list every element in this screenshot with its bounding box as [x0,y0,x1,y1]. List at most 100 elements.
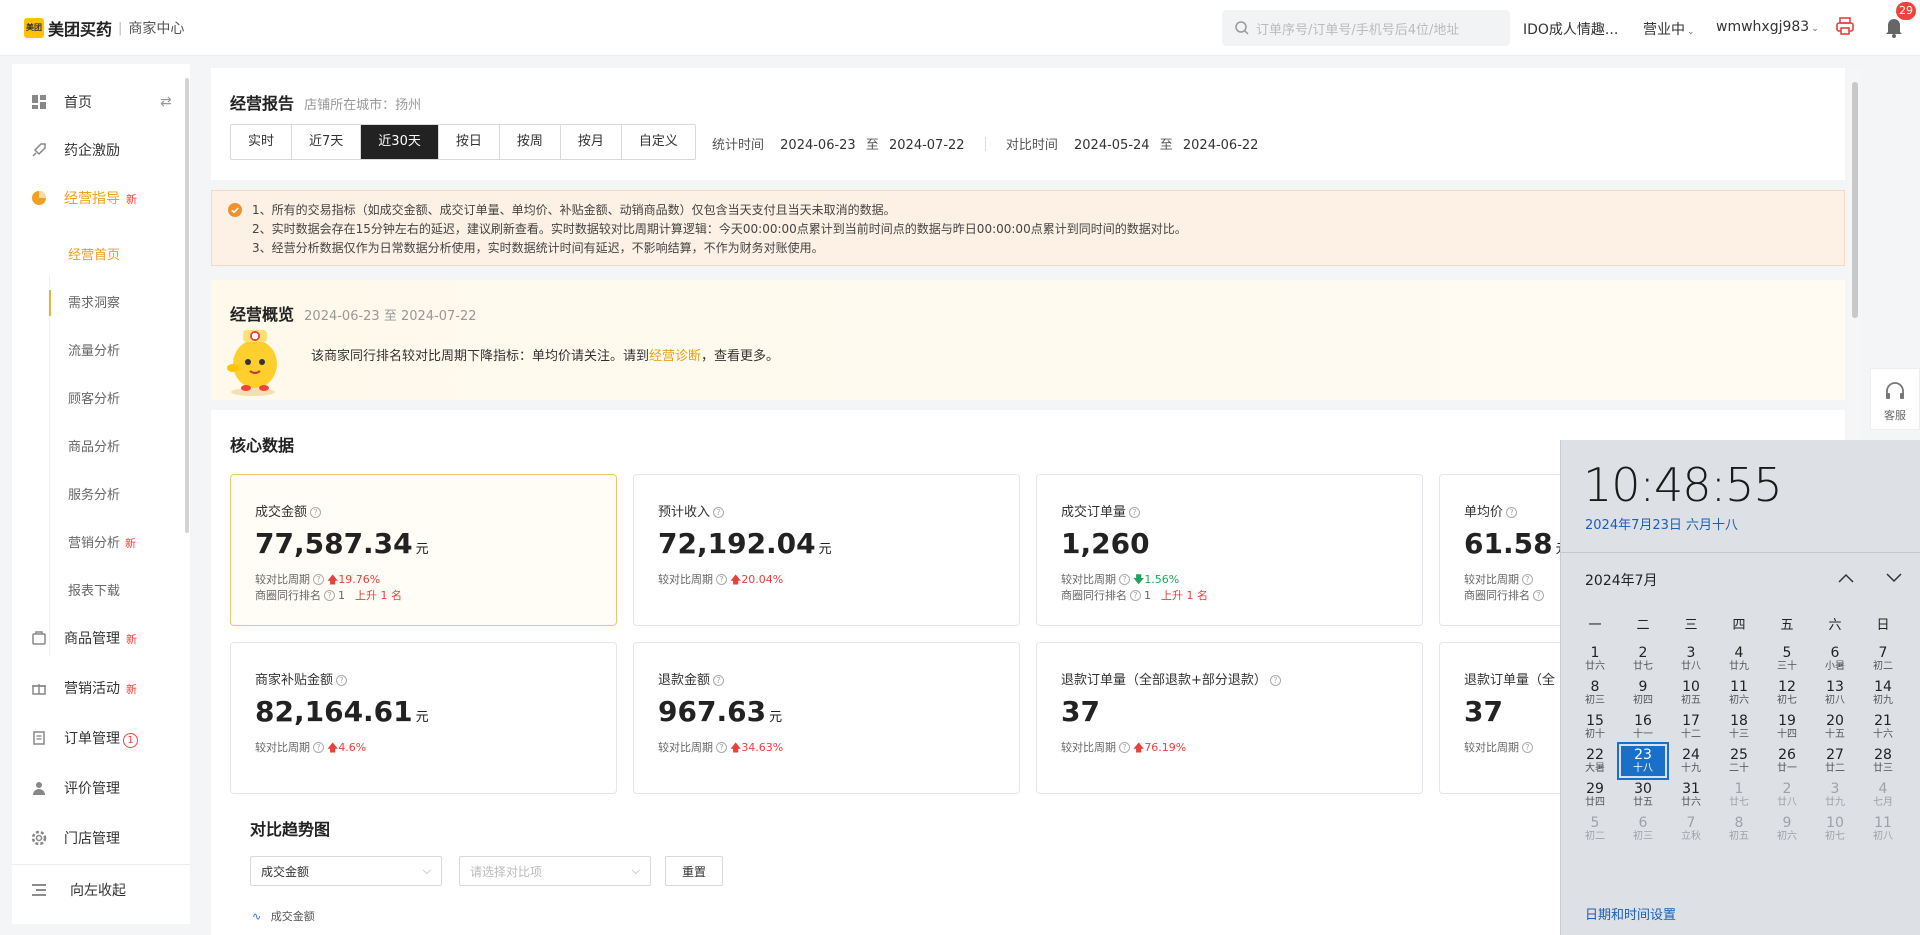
help-icon[interactable]: ? [324,590,335,601]
calendar-day[interactable]: 21 十六 [1859,710,1907,744]
help-icon[interactable]: ? [1129,507,1141,518]
sidebar-subitem-demand-insight[interactable]: 需求洞察 [68,292,120,311]
sidebar-subitem-customer-analysis[interactable]: 顾客分析 [68,388,120,407]
calendar-day[interactable]: 7 初二 [1859,642,1907,676]
metric-card-merchant-subsidy[interactable]: 商家补贴金额? 82,164.61 元 较对比周期? 🡅4.6% [230,642,617,794]
calendar-day[interactable]: 11 初八 [1859,812,1907,846]
calendar-day[interactable]: 6 小暑 [1811,642,1859,676]
sidebar-subitem-business-home[interactable]: 经营首页 [68,244,120,263]
metric-card-order-count[interactable]: 成交订单量? 1,260 较对比周期? 🡇1.56% 商圈同行排名? 1 上升 1 名 [1036,474,1423,626]
tab-by-day[interactable]: 按日 [439,125,500,159]
calendar-day[interactable]: 2 廿七 [1619,642,1667,676]
calendar-day[interactable]: 1 廿七 [1715,778,1763,812]
page-scrollbar[interactable] [1852,82,1858,318]
tab-last-7-days[interactable]: 近7天 [292,125,362,159]
metric-card-expected-income[interactable]: 预计收入? 72,192.04 元 较对比周期? 🡅20.04% [633,474,1020,626]
calendar-day[interactable]: 19 十四 [1763,710,1811,744]
help-icon[interactable]: ? [1119,742,1130,753]
chevron-down-icon[interactable] [1885,572,1903,584]
help-icon[interactable]: ? [1269,675,1281,686]
calendar-day-today[interactable]: 23 十八 [1617,742,1669,780]
chevron-up-icon[interactable] [1837,572,1855,584]
tab-by-week[interactable]: 按周 [500,125,561,159]
sidebar-item-home[interactable]: 首页 ⇄ [12,78,190,126]
sidebar-item-marketing[interactable]: 营销活动新 [12,664,190,712]
calendar-day[interactable]: 8 初五 [1715,812,1763,846]
calendar-day[interactable]: 9 初六 [1763,812,1811,846]
calendar-day[interactable]: 24 十九 [1667,744,1715,778]
sidebar-subitem-marketing-analysis[interactable]: 营销分析新 [68,532,136,551]
clock-date[interactable]: 2024年7月23日 六月十八 [1585,514,1738,533]
help-icon[interactable]: ? [1130,590,1141,601]
tab-realtime[interactable]: 实时 [231,125,293,159]
calendar-day[interactable]: 17 十二 [1667,710,1715,744]
calendar-day[interactable]: 26 廿一 [1763,744,1811,778]
calendar-day[interactable]: 25 二十 [1715,744,1763,778]
chart-legend[interactable]: ∿ 成交金额 [252,908,315,924]
calendar-day[interactable]: 2 廿八 [1763,778,1811,812]
calendar-day[interactable]: 31 廿六 [1667,778,1715,812]
calendar-day[interactable]: 5 初二 [1571,812,1619,846]
reset-button[interactable]: 重置 [665,856,723,886]
metric-card-gmv[interactable]: 成交金额? 77,587.34 元 较对比周期? 🡅19.76% 商圈同行排名? 1 上… [230,474,617,626]
help-icon[interactable]: ? [1522,574,1533,585]
calendar-day[interactable]: 5 三十 [1763,642,1811,676]
calendar-day[interactable]: 27 廿二 [1811,744,1859,778]
tab-last-30-days[interactable]: 近30天 [361,125,439,159]
sidebar-subitem-traffic-analysis[interactable]: 流量分析 [68,340,120,359]
calendar-day[interactable]: 7 立秋 [1667,812,1715,846]
compare-start-date[interactable]: 2024-05-24 [1074,138,1150,153]
stat-end-date[interactable]: 2024-07-22 [889,138,965,153]
calendar-day[interactable]: 10 初七 [1811,812,1859,846]
calendar-day[interactable]: 1 廿六 [1571,642,1619,676]
calendar-day[interactable]: 8 初三 [1571,676,1619,710]
calendar-month[interactable]: 2024年7月 [1585,570,1658,590]
calendar-day[interactable]: 28 廿三 [1859,744,1907,778]
printer-icon[interactable] [1835,16,1855,36]
sidebar-item-pharma-incentive[interactable]: 药企激励 [12,126,190,174]
metric-select[interactable]: 成交金额 ⌵ [250,856,442,886]
help-icon[interactable]: ? [313,574,324,585]
calendar-day[interactable]: 15 初十 [1571,710,1619,744]
date-time-settings-link[interactable]: 日期和时间设置 [1585,904,1676,923]
sidebar-subitem-report-download[interactable]: 报表下载 [68,580,120,599]
help-icon[interactable]: ? [713,675,725,686]
sidebar-item-orders[interactable]: 订单管理 1 [12,714,190,762]
help-icon[interactable]: ? [336,675,348,686]
calendar-day[interactable]: 9 初四 [1619,676,1667,710]
calendar-day[interactable]: 6 初三 [1619,812,1667,846]
sidebar-item-product-management[interactable]: 商品管理新 [12,614,190,662]
sidebar-subitem-product-analysis[interactable]: 商品分析 [68,436,120,455]
help-icon[interactable]: ? [313,742,324,753]
help-icon[interactable]: ? [716,574,727,585]
compare-end-date[interactable]: 2024-06-22 [1183,138,1259,153]
calendar-day[interactable]: 16 十一 [1619,710,1667,744]
sidebar-item-reviews[interactable]: 评价管理 [12,764,190,812]
calendar-day[interactable]: 30 廿五 [1619,778,1667,812]
calendar-day[interactable]: 22 大暑 [1571,744,1619,778]
metric-card-refund-orders[interactable]: 退款订单量（全部退款+部分退款）? 37 较对比周期? 🡅76.19% [1036,642,1423,794]
calendar-day[interactable]: 11 初六 [1715,676,1763,710]
calendar-day[interactable]: 29 廿四 [1571,778,1619,812]
swap-icon[interactable]: ⇄ [160,94,172,110]
calendar-day[interactable]: 12 初七 [1763,676,1811,710]
calendar-day[interactable]: 14 初九 [1859,676,1907,710]
metric-card-refund-amount[interactable]: 退款金额? 967.63 元 较对比周期? 🡅34.63% [633,642,1020,794]
brand-logo[interactable]: 美团 美团买药 | 商家中心 [24,16,184,40]
tab-by-month[interactable]: 按月 [561,125,622,159]
help-icon[interactable]: ? [716,742,727,753]
compare-select[interactable]: 请选择对比项 ⌵ [459,856,651,886]
sidebar-item-business-guide[interactable]: 经营指导新 [12,174,190,222]
sidebar-subitem-service-analysis[interactable]: 服务分析 [68,484,120,503]
help-icon[interactable]: ? [1506,507,1518,518]
business-diagnosis-link[interactable]: 经营诊断 [649,349,701,364]
calendar-day[interactable]: 3 廿九 [1811,778,1859,812]
collapse-sidebar-button[interactable]: 向左收起 [12,866,190,914]
calendar-day[interactable]: 4 七月 [1859,778,1907,812]
calendar-day[interactable]: 18 十三 [1715,710,1763,744]
help-icon[interactable]: ? [1522,742,1533,753]
calendar-day[interactable]: 4 廿九 [1715,642,1763,676]
help-icon[interactable]: ? [1533,590,1544,601]
help-icon[interactable]: ? [1119,574,1130,585]
business-status-dropdown[interactable]: 营业中 ⌄ [1643,19,1695,39]
